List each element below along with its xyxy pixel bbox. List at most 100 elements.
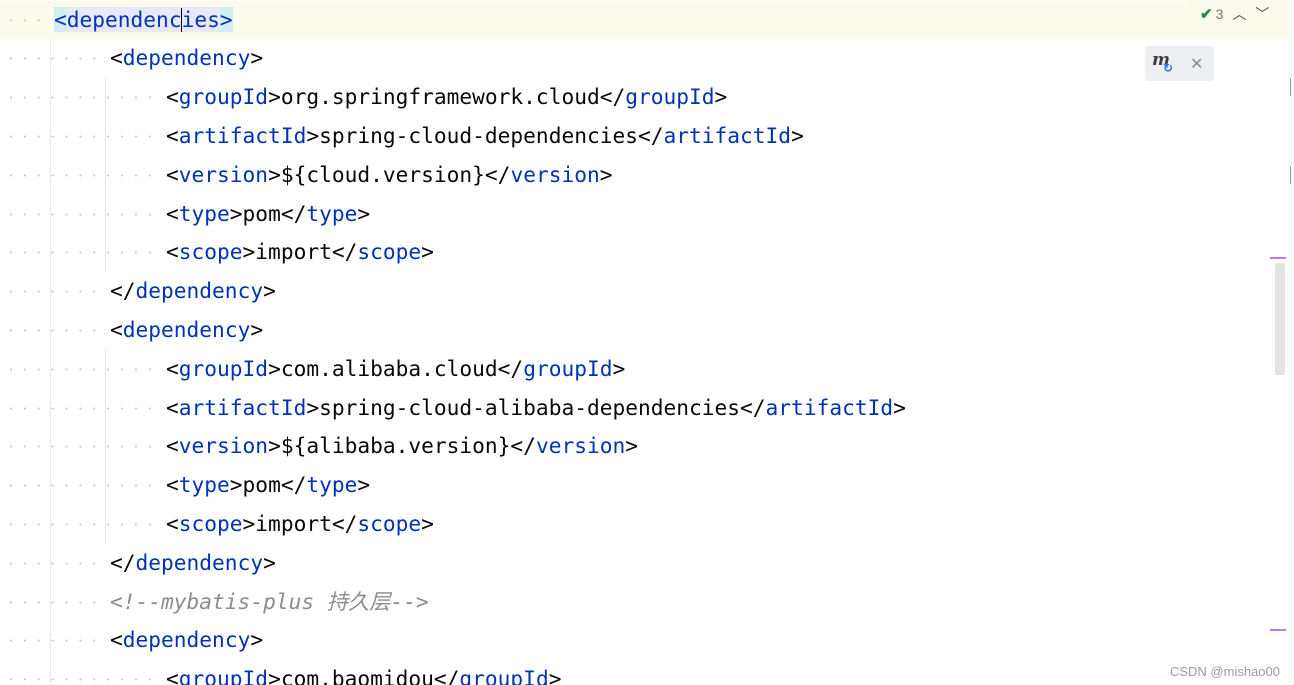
code-line[interactable]: <scope>import</scope> [0,505,1288,544]
code-line[interactable]: <version>${cloud.version}</version> [0,156,1288,195]
xml-tag-name: dependency [135,549,264,575]
code-text: <dependency> [110,39,263,78]
xml-text: > [612,355,626,381]
xml-text: < [110,316,123,342]
code-line[interactable]: <!--mybatis-plus 持久层--> [0,583,1288,622]
indent-whitespace [0,639,106,643]
maven-reload-icon[interactable]: m ↻ [1152,50,1176,76]
code-text: <!--mybatis-plus 持久层--> [110,583,429,622]
code-line[interactable]: <dependency> [0,621,1288,660]
code-line[interactable]: <groupId>com.baomidou</groupId> [0,660,1288,685]
code-text: </dependency> [110,544,276,583]
code-line[interactable]: <artifactId>spring-cloud-alibaba-depende… [0,389,1288,428]
xml-text: > [714,84,728,110]
xml-tag-name: dependency [122,627,251,653]
xml-text: >${alibaba.version}</ [268,433,536,459]
code-line[interactable]: </dependency> [0,272,1288,311]
xml-tag-name: groupId [178,355,269,381]
code-editor[interactable]: <dependencies> <dependency> <groupId>org.s… [0,0,1288,685]
gutter-mark [1290,166,1294,184]
xml-text: >import</ [242,239,358,265]
xml-text: >import</ [242,510,358,536]
indent-whitespace [0,484,162,488]
indent-guide [50,39,51,685]
xml-text: < [166,200,179,226]
scrollbar-thumb[interactable] [1275,263,1285,375]
xml-tag-name: dependency [122,316,251,342]
code-line[interactable]: <type>pom</type> [0,195,1288,234]
indent-whitespace [0,406,162,410]
gutter-mark [1290,78,1294,96]
close-icon[interactable]: ✕ [1190,54,1203,74]
xml-tag-name: dependenc [66,6,182,32]
xml-text: >pom</ [229,200,307,226]
xml-tag-name: scope [357,239,422,265]
xml-text: > [263,549,276,575]
xml-text: > [263,278,276,304]
xml-text: > [250,627,264,653]
code-text: <groupId>com.alibaba.cloud</groupId> [166,350,625,389]
code-text: <scope>import</scope> [166,233,434,272]
check-icon: ✔ [1200,5,1213,23]
xml-text: < [166,394,179,420]
xml-tag-name: ies [181,6,220,32]
xml-text: > [421,510,434,536]
change-marker [1270,257,1286,259]
indent-whitespace [0,57,106,61]
code-line[interactable]: <groupId>com.alibaba.cloud</groupId> [0,350,1288,389]
xml-text: >com.baomidou</ [268,666,460,685]
indent-whitespace [0,328,106,332]
xml-text: </ [110,278,136,304]
indent-guide [105,349,106,543]
xml-tag-name: dependency [122,45,251,71]
xml-text: > [893,394,906,420]
xml-tag-name: version [178,433,269,459]
code-text: <groupId>com.baomidou</groupId> [166,660,561,685]
xml-tag-name: type [306,472,358,498]
indent-whitespace [0,600,106,604]
code-line[interactable]: <scope>import</scope> [0,233,1288,272]
xml-tag-name: groupId [523,355,613,381]
xml-text: >com.alibaba.cloud</ [268,355,524,381]
xml-text: < [166,122,179,148]
indent-whitespace [0,445,162,449]
indent-whitespace [0,18,50,22]
xml-text: >${cloud.version}</ [268,161,511,187]
xml-text: >org.springframework.cloud</ [268,84,626,110]
code-text: <scope>import</scope> [166,505,434,544]
chevron-up-icon[interactable]: ︿ [1232,4,1246,24]
xml-tag-name: dependency [135,278,264,304]
code-line[interactable]: <groupId>org.springframework.cloud</grou… [0,78,1288,117]
code-text: <dependency> [110,621,263,660]
code-line[interactable]: <artifactId>spring-cloud-dependencies</a… [0,117,1288,156]
xml-text: < [166,510,179,536]
maven-reload-popup[interactable]: m ↻ ✕ [1145,46,1214,81]
code-line[interactable]: <dependency> [0,39,1288,78]
code-text: <artifactId>spring-cloud-dependencies</a… [166,117,804,156]
xml-tag-name: version [178,161,269,187]
inspection-widget[interactable]: ✔ 3 ︿ ﹀ [1188,0,1288,27]
code-line[interactable]: <dependency> [0,311,1288,350]
code-line[interactable]: <dependencies> [0,0,1288,40]
indent-whitespace [0,134,162,138]
code-line[interactable]: <type>pom</type> [0,466,1288,505]
xml-text: < [166,239,179,265]
xml-text: < [166,666,179,685]
xml-tag-name: artifactId [663,122,792,148]
xml-text: < [166,161,179,187]
xml-text: > [791,122,804,148]
xml-text: < [166,355,179,381]
code-line[interactable]: <version>${alibaba.version}</version> [0,427,1288,466]
indent-whitespace [0,522,162,526]
indent-whitespace [0,96,162,100]
xml-text: > [357,472,371,498]
xml-text: </ [110,549,136,575]
indent-whitespace [0,678,162,682]
indent-whitespace [0,290,106,294]
code-line[interactable]: </dependency> [0,544,1288,583]
xml-comment: <!--mybatis-plus 持久层--> [110,588,429,614]
inspection-count: 3 [1215,5,1224,22]
code-text: <groupId>org.springframework.cloud</grou… [166,78,727,117]
watermark: CSDN @mishao00 [1169,664,1280,679]
chevron-down-icon[interactable]: ﹀ [1255,4,1269,24]
